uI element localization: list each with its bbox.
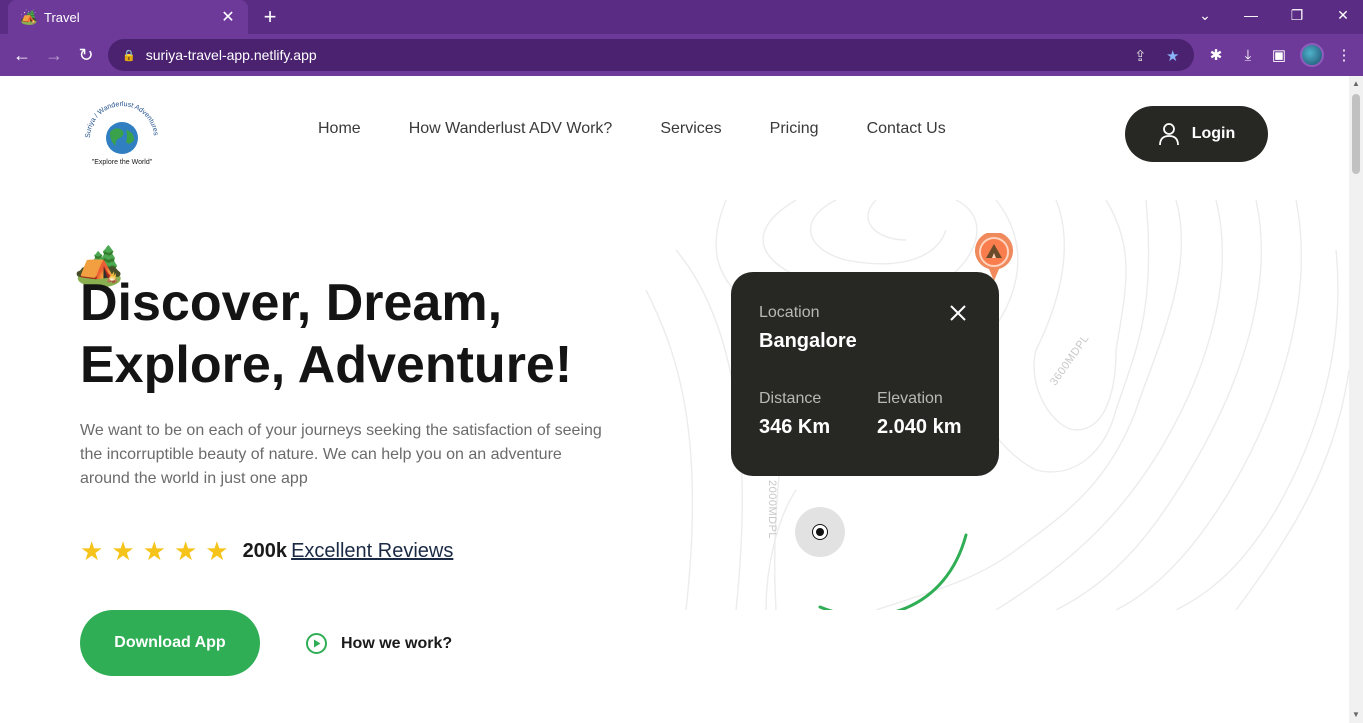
star-icon: ★ [80, 536, 104, 566]
url-text: suriya-travel-app.netlify.app [145, 47, 317, 63]
rating-row: ★ ★ ★ ★ ★ 200k Excellent Reviews [80, 538, 453, 564]
star-icon: ★ [142, 536, 166, 566]
minimize-icon[interactable]: — [1228, 0, 1274, 30]
side-panel-icon[interactable]: ▣ [1269, 45, 1289, 65]
profile-avatar[interactable] [1300, 43, 1324, 67]
nav-services[interactable]: Services [660, 120, 721, 138]
reload-icon[interactable]: ↻ [74, 43, 98, 67]
headline-line-1: Discover, Dream, [80, 274, 503, 332]
restore-icon[interactable]: ❐ [1274, 0, 1320, 30]
reviews-link[interactable]: Excellent Reviews [291, 540, 453, 563]
play-icon [306, 633, 327, 654]
star-icon: ★ [173, 536, 198, 566]
location-label: Location [759, 304, 820, 321]
star-icon: ★ [111, 536, 135, 566]
menu-icon[interactable]: ⋮ [1334, 45, 1354, 65]
browser-toolbar: ← → ↻ 🔒 suriya-travel-app.netlify.app ⇪ … [0, 34, 1363, 76]
scroll-down-icon[interactable]: ▼ [1351, 710, 1361, 719]
location-value: Bangalore [759, 330, 857, 352]
location-info-card: Location Bangalore Distance 346 Km Eleva… [731, 272, 999, 476]
download-icon[interactable]: ⤓ [1238, 45, 1258, 65]
tab-search-icon[interactable]: ⌄ [1182, 0, 1228, 30]
tab-close-icon[interactable]: ✕ [220, 7, 236, 27]
how-we-work-link[interactable]: How we work? [306, 633, 452, 654]
web-page: Suriya / Wanderlust Adventures "Explore … [0, 76, 1349, 723]
scroll-up-icon[interactable]: ▲ [1351, 79, 1361, 88]
forward-icon[interactable]: → [42, 43, 66, 67]
origin-dot [813, 525, 827, 539]
review-count: 200k [242, 539, 288, 562]
browser-tab-bar: 🏕️ Travel ✕ + ⌄ — ❐ ✕ [0, 0, 1363, 34]
headline-line-2: Explore, Adventure! [80, 336, 573, 394]
page-scrollbar[interactable]: ▲ ▼ [1349, 76, 1363, 723]
hero-description: We want to be on each of your journeys s… [80, 422, 602, 487]
bookmark-star-icon[interactable]: ★ [1166, 47, 1179, 65]
nav-how-it-works[interactable]: How Wanderlust ADV Work? [409, 120, 613, 138]
login-label: Login [1191, 125, 1236, 142]
contour-label: 2000MDPL [766, 480, 778, 540]
download-app-button[interactable]: Download App [80, 610, 260, 676]
how-we-work-label: How we work? [341, 634, 453, 652]
main-nav: Home How Wanderlust ADV Work? Services P… [318, 120, 994, 138]
close-icon[interactable] [949, 304, 967, 322]
tab-favicon-icon: 🏕️ [20, 8, 38, 25]
browser-tab[interactable]: 🏕️ Travel ✕ [8, 0, 248, 34]
tab-title: Travel [44, 9, 80, 25]
extensions-icon[interactable]: ✱ [1206, 45, 1226, 65]
user-icon [1158, 123, 1179, 146]
hero-headline: Discover, Dream, Explore, Adventure! [80, 272, 660, 396]
login-button[interactable]: Login [1125, 106, 1268, 162]
back-icon[interactable]: ← [10, 43, 34, 67]
nav-home[interactable]: Home [318, 120, 361, 138]
distance-label: Distance [759, 390, 822, 407]
star-icon: ★ [205, 536, 229, 566]
route-origin-marker[interactable] [795, 507, 845, 557]
nav-pricing[interactable]: Pricing [770, 120, 819, 138]
new-tab-icon[interactable]: + [258, 5, 282, 29]
logo-tagline: "Explore the World" [92, 159, 153, 166]
scrollbar-thumb[interactable] [1352, 94, 1360, 174]
nav-contact[interactable]: Contact Us [867, 120, 946, 138]
close-window-icon[interactable]: ✕ [1320, 0, 1363, 30]
logo[interactable]: Suriya / Wanderlust Adventures "Explore … [82, 100, 162, 170]
address-bar[interactable]: 🔒 suriya-travel-app.netlify.app ⇪ ★ [108, 39, 1194, 71]
elevation-label: Elevation [877, 390, 943, 407]
share-icon[interactable]: ⇪ [1134, 47, 1147, 65]
lock-icon: 🔒 [122, 49, 136, 62]
elevation-value: 2.040 km [877, 416, 962, 438]
distance-value: 346 Km [759, 416, 831, 438]
